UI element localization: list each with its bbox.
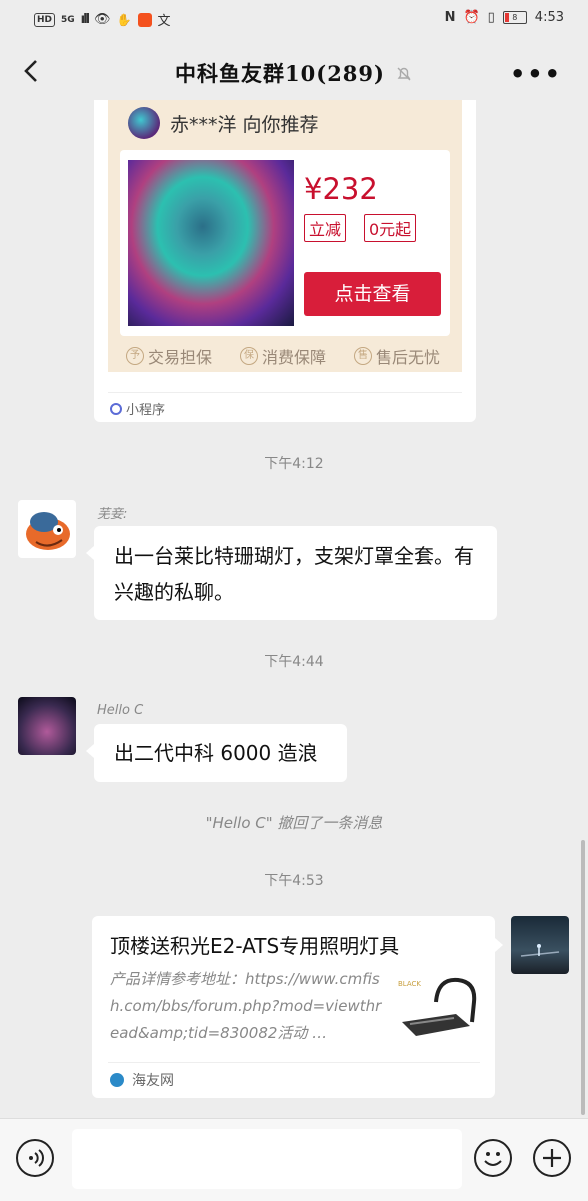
link-title: 顶楼送积光E2-ATS专用照明灯具 xyxy=(110,934,400,958)
divider xyxy=(108,392,462,393)
translate-icon: 文 xyxy=(157,14,171,29)
mini-program-label: 小程序 xyxy=(110,399,165,418)
avatar[interactable] xyxy=(18,697,76,755)
plus-icon[interactable] xyxy=(533,1139,571,1177)
link-description: 产品详情参考地址：https://www.cmfish.com/bbs/foru… xyxy=(110,970,382,1042)
guarantee-label: 交易担保 xyxy=(148,348,213,367)
recommender-text: 赤***洋 向你推荐 xyxy=(170,113,319,136)
product-price: ¥232 xyxy=(304,172,378,206)
discount-tag: 立减 xyxy=(304,214,347,242)
bell-off-icon xyxy=(395,65,413,87)
price-start-tag: 0元起 xyxy=(364,214,417,242)
link-source: 海友网 xyxy=(110,1070,174,1090)
group-title: 中科鱼友群10(289) xyxy=(175,61,385,86)
nav-bar: 中科鱼友群10(289) ••• xyxy=(0,38,588,108)
nfc-icon: N xyxy=(444,10,456,25)
guarantee-item: 予交易担保 xyxy=(126,344,212,368)
recommender-avatar xyxy=(128,107,160,139)
more-icon[interactable]: ••• xyxy=(510,60,562,88)
self-avatar[interactable] xyxy=(511,916,569,974)
view-button[interactable]: 点击查看 xyxy=(304,272,441,316)
mini-program-text: 小程序 xyxy=(126,403,166,418)
divider xyxy=(108,1062,480,1063)
clock: 4:53 xyxy=(534,10,564,25)
guarantee-label: 消费保障 xyxy=(262,348,327,367)
page-title: 中科鱼友群10(289) xyxy=(0,58,588,88)
source-name: 海友网 xyxy=(132,1073,174,1089)
recall-notice: "Hello C" 撤回了一条消息 xyxy=(205,814,383,832)
guarantee-item: 保消费保障 xyxy=(240,344,326,368)
sender-name: 芜妾: xyxy=(97,507,128,522)
product-image xyxy=(128,160,294,326)
voice-icon[interactable] xyxy=(16,1139,54,1177)
message-bubble[interactable]: 出二代中科 6000 造浪 xyxy=(86,724,347,782)
emoji-icon[interactable] xyxy=(474,1139,512,1177)
guarantee-label: 售后无忧 xyxy=(376,348,441,367)
avatar[interactable] xyxy=(18,500,76,558)
eye-icon: 👁 xyxy=(94,12,111,27)
alarm-icon: ⏰ xyxy=(463,10,480,25)
source-icon xyxy=(110,1073,124,1087)
app-notification-icon xyxy=(137,12,152,27)
battery-icon: 8 xyxy=(502,11,527,24)
link-thumbnail: BLACK xyxy=(396,972,478,1048)
sender-name: Hello C xyxy=(97,703,144,718)
vibrate-icon: ▯ xyxy=(487,10,495,25)
guarantee-icon: 予 xyxy=(126,347,144,365)
message-bubble[interactable]: 出一台莱比特珊瑚灯，支架灯罩全套。有兴趣的私聊。 xyxy=(86,526,497,620)
recommender-row: 赤***洋 向你推荐 xyxy=(128,105,319,141)
thumb-label: BLACK xyxy=(398,980,421,988)
signal-icon: ıll xyxy=(80,12,90,27)
guarantee-icon: 售 xyxy=(354,347,372,365)
mini-program-icon xyxy=(110,402,122,415)
scrollbar[interactable] xyxy=(581,840,585,1115)
network-indicator: 5G xyxy=(61,14,75,25)
timestamp: 下午4:12 xyxy=(264,456,324,472)
message-input[interactable] xyxy=(72,1129,462,1189)
guarantee-item: 售售后无忧 xyxy=(354,344,440,368)
status-bar: HD 5G ıll 👁 ✋ 文 N ⏰ ▯ 8 4:53 xyxy=(0,0,588,38)
timestamp: 下午4:53 xyxy=(264,873,324,889)
guarantee-icon: 保 xyxy=(240,347,258,365)
timestamp: 下午4:44 xyxy=(264,654,324,670)
hand-icon: ✋ xyxy=(116,12,132,27)
hd-indicator: HD xyxy=(34,12,56,27)
